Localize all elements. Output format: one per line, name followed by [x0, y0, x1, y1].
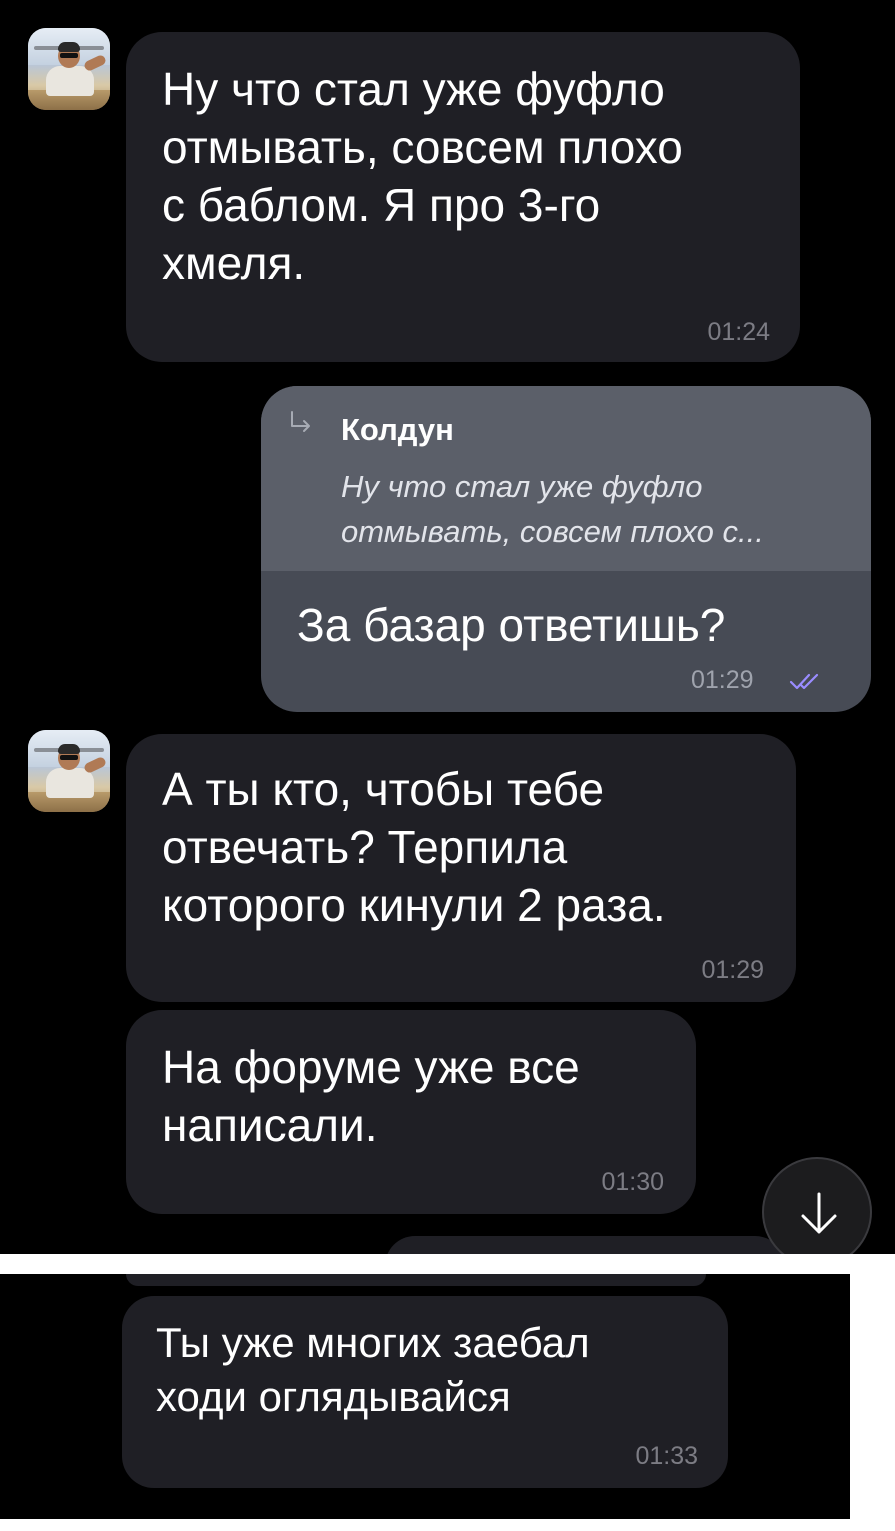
message-time: 01:24	[707, 318, 770, 346]
message-text: За базар ответишь?	[297, 599, 726, 651]
incoming-message-bubble[interactable]: А ты кто, чтобы тебе отвечать? Терпила к…	[126, 734, 796, 1002]
reply-quote[interactable]: Колдун Ну что стал уже фуфло отмывать, с…	[261, 386, 871, 571]
double-check-icon	[789, 673, 819, 690]
chat-screenshot-bottom: Ты уже многих заебал ходи оглядывайся 01…	[0, 1274, 850, 1519]
incoming-message-bubble[interactable]: На форуме уже все написали. 01:30	[126, 1010, 696, 1214]
arrow-down-icon	[801, 1192, 837, 1234]
message-text: А ты кто, чтобы тебе отвечать? Терпила к…	[162, 763, 666, 931]
message-time: 01:29	[701, 956, 764, 984]
message-bubble-partial	[126, 1274, 706, 1286]
reply-author: Колдун	[341, 412, 454, 447]
reply-text: Ну что стал уже фуфло отмывать, совсем п…	[341, 469, 764, 549]
message-text: На форуме уже все написали.	[162, 1041, 580, 1151]
sender-avatar[interactable]	[28, 28, 110, 110]
chat-screenshot-top: Ну что стал уже фуфло отмывать, совсем п…	[0, 0, 895, 1254]
incoming-message-bubble[interactable]: Ну что стал уже фуфло отмывать, совсем п…	[126, 32, 800, 362]
sender-avatar[interactable]	[28, 730, 110, 812]
message-time: 01:33	[635, 1442, 698, 1470]
scroll-to-bottom-button[interactable]	[762, 1157, 872, 1254]
message-time: 01:30	[601, 1168, 664, 1196]
message-bubble-partial	[385, 1236, 785, 1254]
incoming-message-bubble[interactable]: Ты уже многих заебал ходи оглядывайся 01…	[122, 1296, 728, 1488]
message-text: Ну что стал уже фуфло отмывать, совсем п…	[162, 63, 683, 289]
message-time: 01:29	[691, 666, 754, 694]
outgoing-message-bubble[interactable]: Колдун Ну что стал уже фуфло отмывать, с…	[261, 386, 871, 712]
message-text: Ты уже многих заебал ходи оглядывайся	[156, 1319, 590, 1420]
reply-arrow-icon	[291, 411, 310, 432]
